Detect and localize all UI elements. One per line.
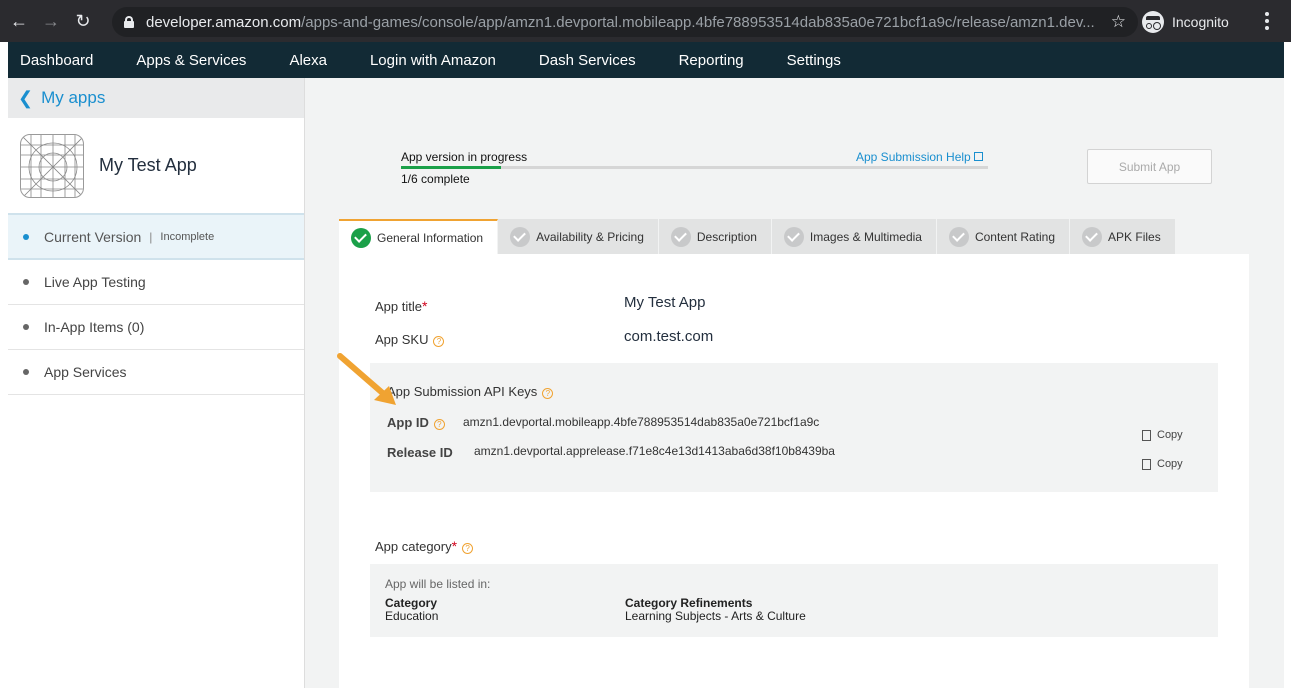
app-category-label: App category*?: [375, 538, 474, 554]
tab-apk-files[interactable]: APK Files: [1070, 219, 1176, 254]
sidebar-item-in-app-items[interactable]: In-App Items (0): [8, 305, 304, 350]
nav-dashboard[interactable]: Dashboard: [8, 52, 105, 69]
annotation-arrow-icon: [337, 353, 396, 405]
app-title-label: App title*: [375, 298, 428, 314]
copy-release-id-button[interactable]: Copy: [1142, 458, 1183, 470]
chevron-left-icon: ❮: [18, 87, 34, 108]
sidebar-item-current-version[interactable]: Current Version | Incomplete: [8, 213, 304, 260]
my-apps-link[interactable]: ❮ My apps: [8, 78, 304, 118]
nav-alexa[interactable]: Alexa: [277, 52, 339, 69]
sidebar: ❮ My apps My Test App Current Version | …: [8, 78, 305, 688]
address-bar[interactable]: developer.amazon.com/apps-and-games/cons…: [112, 7, 1138, 37]
nav-dash-services[interactable]: Dash Services: [527, 52, 648, 69]
category-value: Education: [385, 609, 439, 623]
app-header: My Test App: [8, 118, 304, 213]
app-placeholder-icon: [20, 133, 84, 198]
progress-fill: [401, 166, 501, 169]
nav-reporting[interactable]: Reporting: [667, 52, 756, 69]
app-name: My Test App: [99, 155, 197, 175]
tab-images-multimedia[interactable]: Images & Multimedia: [771, 219, 937, 254]
help-icon[interactable]: ?: [433, 419, 445, 430]
app-title-value[interactable]: My Test App: [624, 294, 705, 311]
release-id-label: Release ID: [387, 445, 453, 460]
tab-availability-pricing[interactable]: Availability & Pricing: [498, 219, 659, 254]
nav-settings[interactable]: Settings: [775, 52, 853, 69]
copy-icon: [1142, 458, 1151, 470]
bullet-icon: [23, 369, 29, 375]
refinements-value: Learning Subjects - Arts & Culture: [625, 609, 806, 623]
nav-apps-services[interactable]: Apps & Services: [124, 52, 258, 69]
forward-arrow-icon[interactable]: →: [38, 8, 64, 34]
help-icon[interactable]: ?: [433, 336, 445, 347]
bullet-icon: [23, 324, 29, 330]
incognito-indicator[interactable]: Incognito: [1142, 9, 1229, 35]
app-sku-label: App SKU?: [375, 332, 445, 347]
help-icon[interactable]: ?: [462, 543, 474, 554]
sidebar-item-app-services[interactable]: App Services: [8, 350, 304, 395]
main-content: App version in progress 1/6 complete App…: [305, 78, 1284, 688]
submission-help-link[interactable]: App Submission Help: [856, 150, 983, 164]
nav-login-with-amazon[interactable]: Login with Amazon: [358, 52, 508, 69]
browser-toolbar: ← → ↻ developer.amazon.com/apps-and-game…: [0, 0, 1291, 42]
incognito-icon: [1142, 11, 1164, 33]
category-box: App will be listed in: Category Educatio…: [370, 564, 1218, 637]
bookmark-star-icon[interactable]: ☆: [1111, 12, 1126, 32]
app-id-label: App ID?: [387, 415, 445, 430]
refinements-heading: Category Refinements: [625, 596, 753, 610]
check-circle-icon: [783, 226, 804, 247]
top-navigation: Dashboard Apps & Services Alexa Login wi…: [8, 42, 1284, 78]
category-heading: Category: [385, 596, 438, 610]
submit-app-button[interactable]: Submit App: [1087, 149, 1212, 184]
back-arrow-icon[interactable]: ←: [6, 8, 32, 34]
tab-general-information[interactable]: General Information: [339, 219, 499, 255]
release-id-value: amzn1.devportal.apprelease.f71e8c4e13d14…: [474, 444, 835, 458]
check-circle-icon: [351, 228, 371, 248]
api-keys-box: App Submission API Keys? App ID? amzn1.d…: [370, 363, 1218, 492]
lock-icon: [124, 16, 134, 28]
bullet-icon: [23, 279, 29, 285]
app-id-value: amzn1.devportal.mobileapp.4bfe788953514d…: [463, 415, 820, 429]
tab-bar: General Information Availability & Prici…: [339, 219, 1176, 255]
tab-content-rating[interactable]: Content Rating: [936, 219, 1071, 254]
progress-bar: [401, 166, 988, 169]
tab-description[interactable]: Description: [658, 219, 772, 254]
sidebar-item-live-app-testing[interactable]: Live App Testing: [8, 260, 304, 305]
check-circle-icon: [1082, 226, 1103, 247]
bullet-icon: [23, 233, 29, 240]
status-badge: Incomplete: [160, 230, 215, 243]
app-sku-value[interactable]: com.test.com: [624, 328, 713, 345]
general-info-panel: App title* My Test App App SKU? com.test…: [339, 254, 1249, 688]
api-keys-title: App Submission API Keys?: [387, 384, 554, 399]
check-circle-icon: [670, 226, 691, 247]
help-icon[interactable]: ?: [542, 388, 554, 399]
check-circle-icon: [510, 226, 531, 247]
copy-app-id-button[interactable]: Copy: [1142, 429, 1183, 441]
check-circle-icon: [948, 226, 969, 247]
copy-icon: [1142, 429, 1151, 441]
reload-icon[interactable]: ↻: [70, 8, 96, 34]
url-text: developer.amazon.com/apps-and-games/cons…: [146, 13, 1095, 31]
menu-kebab-icon[interactable]: [1265, 12, 1269, 30]
external-link-icon: [973, 152, 983, 161]
